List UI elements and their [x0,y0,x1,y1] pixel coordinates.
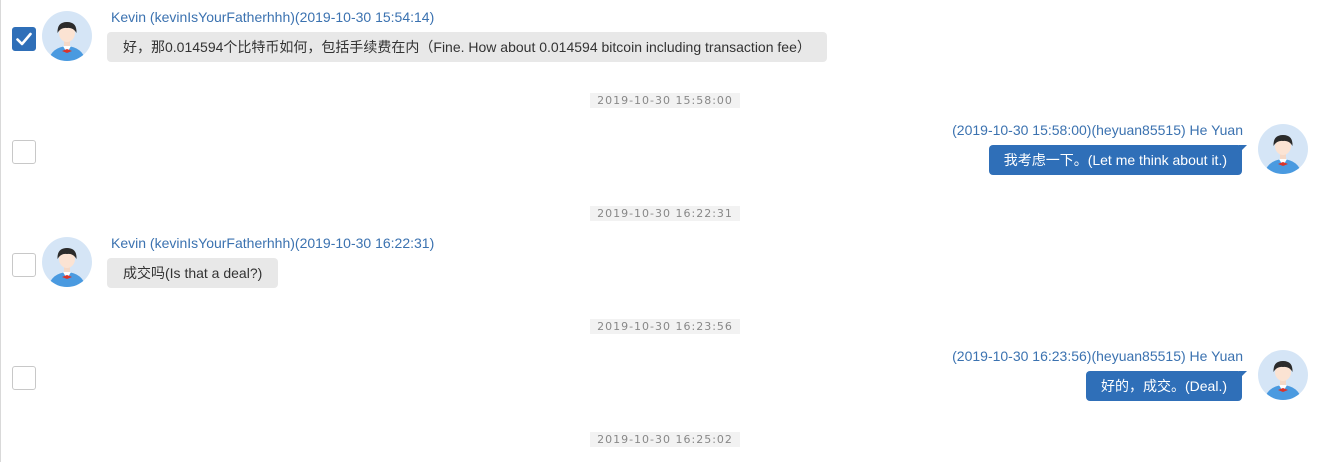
user-avatar-icon [42,237,92,287]
user-avatar-icon [42,11,92,61]
timestamp-divider: 2019-10-30 15:58:00 [590,93,740,108]
message-bubble: 成交吗(Is that a deal?) [107,258,279,288]
message-sender-meta: Kevin (kevinIsYourFatherhhh)(2019-10-30 … [111,9,435,25]
message-sender-meta: (2019-10-30 16:23:56)(heyuan85515) He Yu… [952,348,1243,364]
message-sender-meta: Kevin (kevinIsYourFatherhhh)(2019-10-30 … [111,235,435,251]
message-select-checkbox[interactable] [12,140,36,164]
timestamp-divider: 2019-10-30 16:25:02 [590,432,740,447]
message-bubble: 好，那0.014594个比特币如何，包括手续费在内（Fine. How abou… [107,32,827,62]
message-sender-meta: (2019-10-30 15:58:00)(heyuan85515) He Yu… [952,122,1243,138]
user-avatar-icon [1258,124,1308,174]
message-bubble: 我考虑一下。(Let me think about it.) [988,145,1248,175]
message-select-checkbox[interactable] [12,27,36,51]
checkmark-icon [16,32,32,46]
timestamp-divider: 2019-10-30 16:23:56 [590,319,740,334]
timestamp-divider: 2019-10-30 16:22:31 [590,206,740,221]
user-avatar-icon [1258,350,1308,400]
message-select-checkbox[interactable] [12,366,36,390]
message-select-checkbox[interactable] [12,253,36,277]
message-bubble: 好的，成交。(Deal.) [1085,371,1248,401]
